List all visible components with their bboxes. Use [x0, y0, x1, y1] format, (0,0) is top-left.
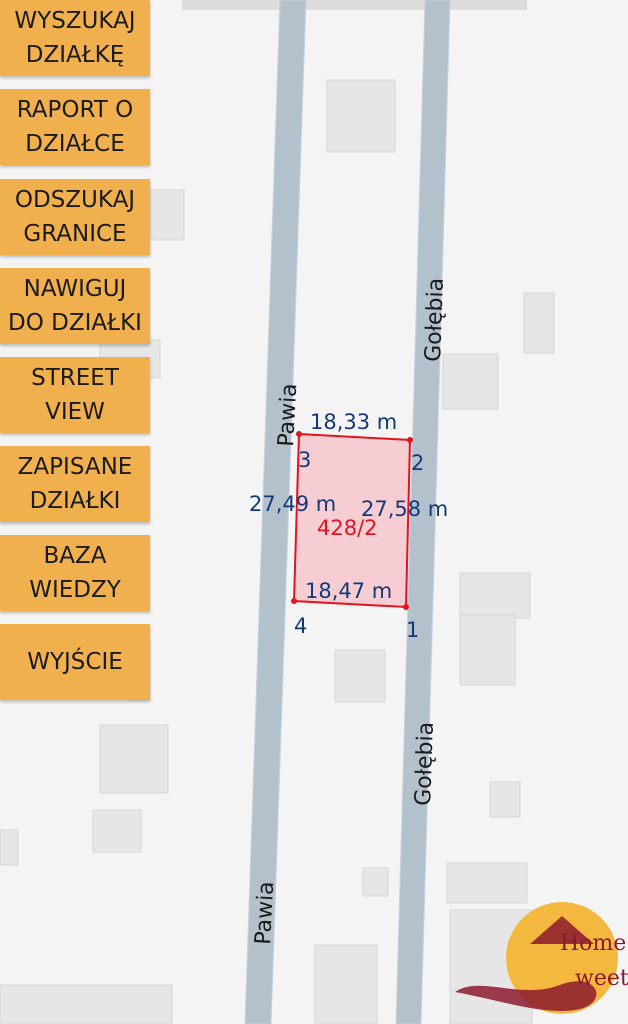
road-label-pawia-bottom: Pawia	[251, 881, 279, 946]
navigate-to-parcel-button[interactable]: NAWIGUJ DO DZIAŁKI	[0, 268, 150, 344]
logo-text-home: Home	[560, 931, 626, 956]
building	[149, 189, 185, 241]
measure-bottom: 18,47 m	[305, 579, 392, 603]
top-strip	[182, 0, 527, 10]
road-label-golebia-bottom: Gołębia	[411, 722, 439, 807]
logo-text-sweet: weet	[575, 966, 628, 991]
building	[99, 724, 169, 794]
building	[442, 353, 499, 410]
vertex-label-1: 1	[406, 618, 419, 642]
building	[314, 944, 378, 1024]
parcel-report-button[interactable]: RAPORT O DZIAŁCE	[0, 89, 150, 165]
vertex-label-3: 3	[298, 448, 311, 472]
vertex-label-2: 2	[411, 451, 424, 475]
search-parcel-button[interactable]: WYSZUKAJ DZIAŁKĘ	[0, 0, 150, 76]
vertex-label-4: 4	[294, 614, 307, 638]
road-label-golebia-top: Gołębia	[421, 278, 449, 363]
vertex-marker	[407, 437, 413, 443]
exit-button[interactable]: WYJŚCIE	[0, 624, 150, 700]
saved-parcels-button[interactable]: ZAPISANE DZIAŁKI	[0, 446, 150, 522]
building	[446, 862, 528, 904]
measure-left: 27,49 m	[249, 492, 336, 516]
building	[326, 79, 396, 153]
parcel-number: 428/2	[317, 516, 378, 540]
knowledge-base-button[interactable]: BAZA WIEDZY	[0, 535, 150, 611]
vertex-marker	[403, 604, 409, 610]
vertex-marker	[296, 431, 302, 437]
building	[362, 867, 389, 897]
building	[459, 614, 516, 686]
building	[334, 649, 386, 703]
building	[0, 829, 19, 866]
find-boundaries-button[interactable]: ODSZUKAJ GRANICE	[0, 179, 150, 255]
building	[92, 809, 142, 853]
building	[523, 292, 555, 354]
vertex-marker	[291, 598, 297, 604]
building	[0, 984, 173, 1024]
street-view-button[interactable]: STREET VIEW	[0, 357, 150, 433]
measure-top: 18,33 m	[310, 410, 397, 434]
building	[459, 572, 531, 619]
building	[489, 781, 521, 818]
